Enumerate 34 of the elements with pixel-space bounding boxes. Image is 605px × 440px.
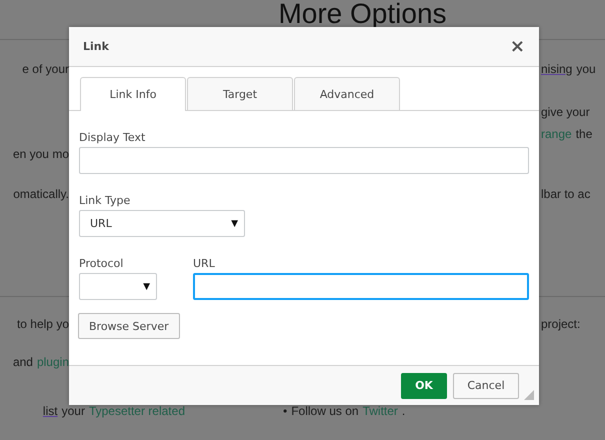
page-text: your [62,403,85,419]
page-heading: More Options [277,0,448,27]
bullet-mark: • [283,403,288,419]
page-text: list [42,403,58,419]
browse-server-button[interactable]: Browse Server [78,313,180,339]
page-text: you [576,61,596,77]
page-text: the [576,126,592,142]
tab[interactable]: Link Info [80,77,186,111]
page-text: and [12,354,33,370]
page-text: . [402,403,406,419]
tab[interactable]: Advanced [294,77,400,110]
page-text: project: [541,316,580,332]
field-label: Protocol [79,257,124,270]
dialog-title: Link [83,40,109,53]
page-text: omatically. [13,186,69,202]
link-type-select[interactable]: URL ▼ [79,210,245,237]
tab[interactable]: Target [187,77,293,110]
page-text: to help yo [16,316,69,332]
page-text: nising [541,61,572,77]
page-text: lbar to ac [541,186,590,202]
page-text: en you mo [12,146,69,162]
cancel-button[interactable]: Cancel [453,372,519,398]
field-label: URL [193,257,216,270]
field-label: Display Text [79,131,146,144]
page-text: e of your [22,61,69,77]
display-text-field[interactable] [79,147,529,174]
url-field[interactable] [193,273,529,300]
field-label: Link Type [79,194,132,207]
ok-button[interactable]: OK [401,372,447,398]
resize-grip-icon[interactable] [524,390,534,400]
protocol-select[interactable]: ▼ [79,273,157,300]
close-button[interactable]: × [510,36,525,57]
page-text: Follow us on [291,403,359,419]
page-text: give your [541,104,590,120]
